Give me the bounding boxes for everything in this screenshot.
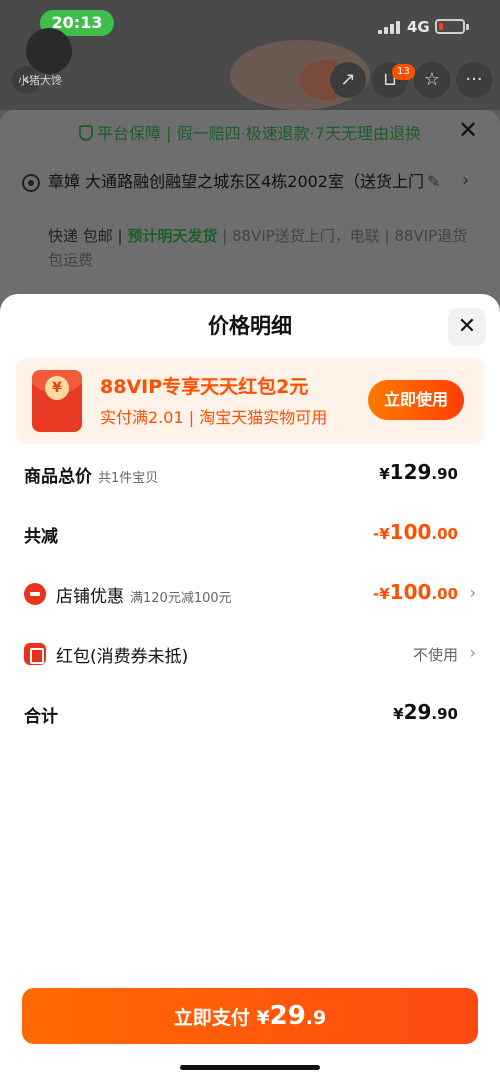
goods-total-amount: ¥129.90 xyxy=(379,460,458,484)
total-discount-label: 共减 xyxy=(24,527,58,547)
favorite-icon[interactable]: ☆ xyxy=(414,62,450,98)
shipping-info: 快递 包邮 | 预计明天发货 | 88VIP送货上门，电联 | 88VIP退货包… xyxy=(48,224,468,272)
cart-count-badge: 13 xyxy=(392,64,415,80)
battery-icon xyxy=(435,19,465,34)
pay-amount-dec: .9 xyxy=(305,1007,327,1029)
pay-currency: ¥ xyxy=(256,1007,270,1029)
status-bar: 20:13 4G xyxy=(0,0,500,48)
vip-redpacket-banner: ¥ 88VIP专享天天红包2元 实付满2.01 | 淘宝天猫实物可用 立即使用 xyxy=(16,358,484,444)
delivery-address[interactable]: 章嫜 大通路融创融望之城东区4栋2002室（送货上门 xyxy=(48,170,438,194)
shop-discount-note: 满120元减100元 xyxy=(130,591,232,606)
close-button[interactable]: ✕ xyxy=(448,308,486,346)
pay-label: 立即支付 xyxy=(173,1007,250,1029)
redpacket-icon xyxy=(24,643,46,665)
signal-icon xyxy=(378,20,402,34)
pay-amount-int: 29 xyxy=(269,1001,306,1031)
sheet-title: 价格明细 xyxy=(208,314,292,338)
shield-icon xyxy=(79,125,94,141)
total-discount-amount: -¥100.00 xyxy=(373,520,458,544)
promo-subtitle: 实付满2.01 | 淘宝天猫实物可用 xyxy=(100,408,328,427)
shop-discount-label: 店铺优惠 满120元减100元 xyxy=(56,587,232,607)
pay-now-button[interactable]: 立即支付 ¥29.9 xyxy=(22,988,478,1044)
chevron-right-icon: › xyxy=(469,583,476,602)
promo-title: 88VIP专享天天红包2元 xyxy=(100,376,309,398)
redpacket-label: 红包(消费券未抵) xyxy=(56,647,189,667)
close-icon: ✕ xyxy=(457,314,477,339)
shipping-eta: 预计明天发货 xyxy=(127,227,218,245)
chevron-right-icon[interactable]: › xyxy=(462,170,469,191)
battery-tip xyxy=(466,24,469,30)
share-icon[interactable]: ↗ xyxy=(330,62,366,98)
location-icon xyxy=(22,174,40,192)
home-indicator[interactable] xyxy=(180,1065,320,1070)
edit-icon[interactable]: ✎ xyxy=(427,172,440,191)
chevron-right-icon: › xyxy=(469,643,476,662)
shop-discount-icon xyxy=(24,583,46,605)
redpacket-value: 不使用 xyxy=(412,646,458,664)
use-now-button[interactable]: 立即使用 xyxy=(368,380,464,420)
guarantee-text: 平台保障 | 假一赔四·极速退款·7天无理由退换 xyxy=(97,124,421,143)
shop-discount-row[interactable]: 店铺优惠 满120元减100元 -¥100.00 › xyxy=(24,580,476,610)
redpacket-row[interactable]: 红包(消费券未抵) 不使用 › xyxy=(24,640,476,670)
goods-count-note: 共1件宝贝 xyxy=(98,471,159,486)
network-type: 4G xyxy=(407,18,430,36)
goods-total-row: 商品总价 共1件宝贝 ¥129.90 xyxy=(24,460,476,490)
red-envelope-icon: ¥ xyxy=(32,370,82,432)
more-icon[interactable]: ··· xyxy=(456,62,492,98)
shipping-close-icon[interactable]: ✕ xyxy=(458,116,478,144)
total-discount-row: 共减 -¥100.00 xyxy=(24,520,476,550)
sum-amount: ¥29.90 xyxy=(393,700,458,724)
price-detail-sheet: 价格明细 ✕ ¥ 88VIP专享天天红包2元 实付满2.01 | 淘宝天猫实物可… xyxy=(0,294,500,1081)
shipping-prefix: 快递 包邮 | xyxy=(48,227,128,245)
goods-total-label: 商品总价 共1件宝贝 xyxy=(24,467,159,487)
shop-logo-text: 小猪大馋 xyxy=(18,74,62,87)
shop-discount-amount: -¥100.00 xyxy=(373,580,458,604)
sum-label: 合计 xyxy=(24,707,58,727)
sum-row: 合计 ¥29.90 xyxy=(24,700,476,730)
coin-icon: ¥ xyxy=(45,376,69,400)
platform-guarantee: 平台保障 | 假一赔四·极速退款·7天无理由退换 xyxy=(0,120,500,144)
